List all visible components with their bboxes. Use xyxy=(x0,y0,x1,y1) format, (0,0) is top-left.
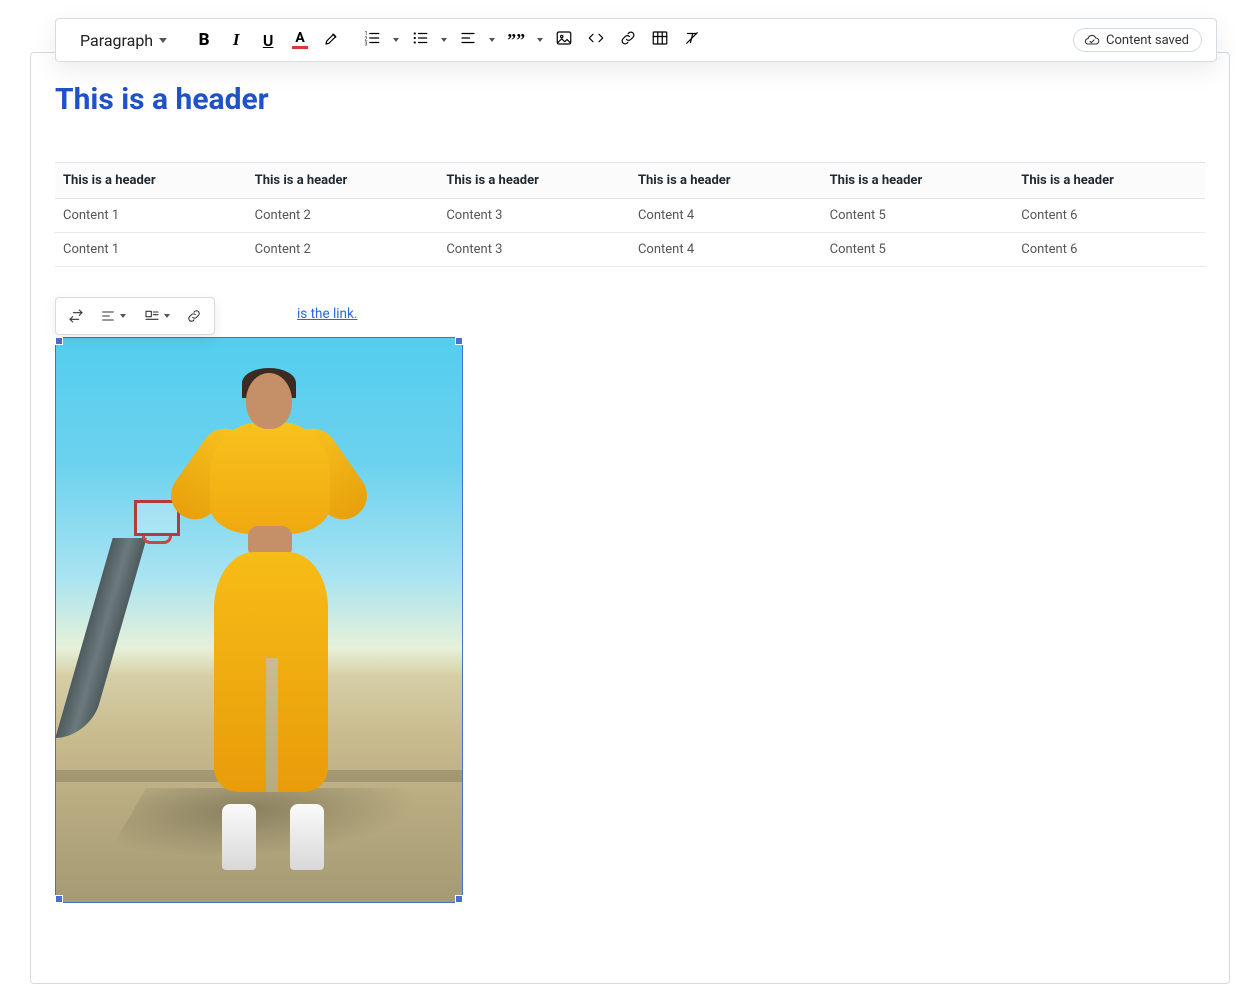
table-header[interactable]: This is a header xyxy=(55,163,247,199)
image-icon xyxy=(555,29,573,51)
block-style-dropdown[interactable]: Paragraph xyxy=(70,24,175,56)
bold-icon: B xyxy=(199,30,210,50)
table-header-row[interactable]: This is a header This is a header This i… xyxy=(55,163,1205,199)
link-paragraph[interactable]: is the link. xyxy=(55,305,1205,327)
blockquote-button[interactable]: ”” xyxy=(501,24,531,56)
code-button[interactable] xyxy=(581,24,611,56)
table-cell[interactable]: Content 4 xyxy=(630,199,822,233)
ordered-list-icon: 123 xyxy=(363,29,381,51)
swap-icon xyxy=(68,308,84,324)
ordered-list-dropdown[interactable] xyxy=(387,24,403,56)
resize-handle-tr[interactable] xyxy=(455,337,463,345)
quote-icon: ”” xyxy=(507,31,525,49)
image-link-button[interactable] xyxy=(180,302,208,330)
highlight-icon xyxy=(323,29,341,51)
align-left-icon xyxy=(100,308,116,324)
table-cell[interactable]: Content 2 xyxy=(247,233,439,267)
clear-format-icon xyxy=(683,29,701,51)
content-table[interactable]: This is a header This is a header This i… xyxy=(55,162,1205,267)
table-cell[interactable]: Content 1 xyxy=(55,233,247,267)
link-button[interactable] xyxy=(613,24,643,56)
resize-handle-br[interactable] xyxy=(455,895,463,903)
content-saved-label: Content saved xyxy=(1106,33,1189,48)
wrap-icon xyxy=(144,308,160,324)
selected-image[interactable] xyxy=(55,337,463,903)
table-cell[interactable]: Content 5 xyxy=(822,233,1014,267)
link-text[interactable]: is the link. xyxy=(297,306,357,322)
align-button[interactable] xyxy=(453,24,483,56)
chevron-down-icon xyxy=(393,38,399,42)
image-replace-button[interactable] xyxy=(62,302,90,330)
editor-toolbar: Paragraph B I U A 123 xyxy=(55,18,1217,62)
unordered-list-dropdown[interactable] xyxy=(435,24,451,56)
table-row[interactable]: Content 1 Content 2 Content 3 Content 4 … xyxy=(55,199,1205,233)
table-row[interactable]: Content 1 Content 2 Content 3 Content 4 … xyxy=(55,233,1205,267)
table-cell[interactable]: Content 2 xyxy=(247,199,439,233)
table-header[interactable]: This is a header xyxy=(1013,163,1205,199)
ordered-list-button[interactable]: 123 xyxy=(357,24,387,56)
chevron-down-icon xyxy=(164,314,170,318)
table-cell[interactable]: Content 3 xyxy=(438,199,630,233)
link-icon xyxy=(186,308,202,324)
image-button[interactable] xyxy=(549,24,579,56)
text-color-button[interactable]: A xyxy=(285,24,315,56)
cloud-saved-icon xyxy=(1084,32,1100,48)
table-header[interactable]: This is a header xyxy=(630,163,822,199)
unordered-list-button[interactable] xyxy=(405,24,435,56)
code-icon xyxy=(587,29,605,51)
image-wrap-dropdown[interactable] xyxy=(136,302,178,330)
table-cell[interactable]: Content 6 xyxy=(1013,233,1205,267)
table-cell[interactable]: Content 6 xyxy=(1013,199,1205,233)
content-saved-indicator: Content saved xyxy=(1073,28,1202,52)
image-context-toolbar xyxy=(55,297,215,335)
image-align-dropdown[interactable] xyxy=(92,302,134,330)
unordered-list-icon xyxy=(411,29,429,51)
bold-button[interactable]: B xyxy=(189,24,219,56)
highlight-button[interactable] xyxy=(317,24,347,56)
table-cell[interactable]: Content 4 xyxy=(630,233,822,267)
resize-handle-bl[interactable] xyxy=(55,895,63,903)
table-cell[interactable]: Content 5 xyxy=(822,199,1014,233)
blockquote-dropdown[interactable] xyxy=(531,24,547,56)
svg-text:3: 3 xyxy=(365,42,368,48)
underline-button[interactable]: U xyxy=(253,24,283,56)
clear-format-button[interactable] xyxy=(677,24,707,56)
image-content xyxy=(56,338,462,902)
text-color-icon: A xyxy=(292,31,308,49)
table-cell[interactable]: Content 3 xyxy=(438,233,630,267)
chevron-down-icon xyxy=(159,38,167,43)
chevron-down-icon xyxy=(441,38,447,42)
table-header[interactable]: This is a header xyxy=(822,163,1014,199)
table-button[interactable] xyxy=(645,24,675,56)
doc-header[interactable]: This is a header xyxy=(55,82,1205,117)
table-cell[interactable]: Content 1 xyxy=(55,199,247,233)
chevron-down-icon xyxy=(489,38,495,42)
table-icon xyxy=(651,29,669,51)
chevron-down-icon xyxy=(120,314,126,318)
editor-surface[interactable]: This is a header This is a header This i… xyxy=(30,52,1230,984)
align-left-icon xyxy=(459,29,477,51)
block-style-label: Paragraph xyxy=(80,31,153,50)
resize-handle-tl[interactable] xyxy=(55,337,63,345)
chevron-down-icon xyxy=(537,38,543,42)
underline-icon: U xyxy=(263,31,274,50)
italic-icon: I xyxy=(233,30,240,50)
table-header[interactable]: This is a header xyxy=(438,163,630,199)
italic-button[interactable]: I xyxy=(221,24,251,56)
align-dropdown[interactable] xyxy=(483,24,499,56)
link-icon xyxy=(619,29,637,51)
table-header[interactable]: This is a header xyxy=(247,163,439,199)
